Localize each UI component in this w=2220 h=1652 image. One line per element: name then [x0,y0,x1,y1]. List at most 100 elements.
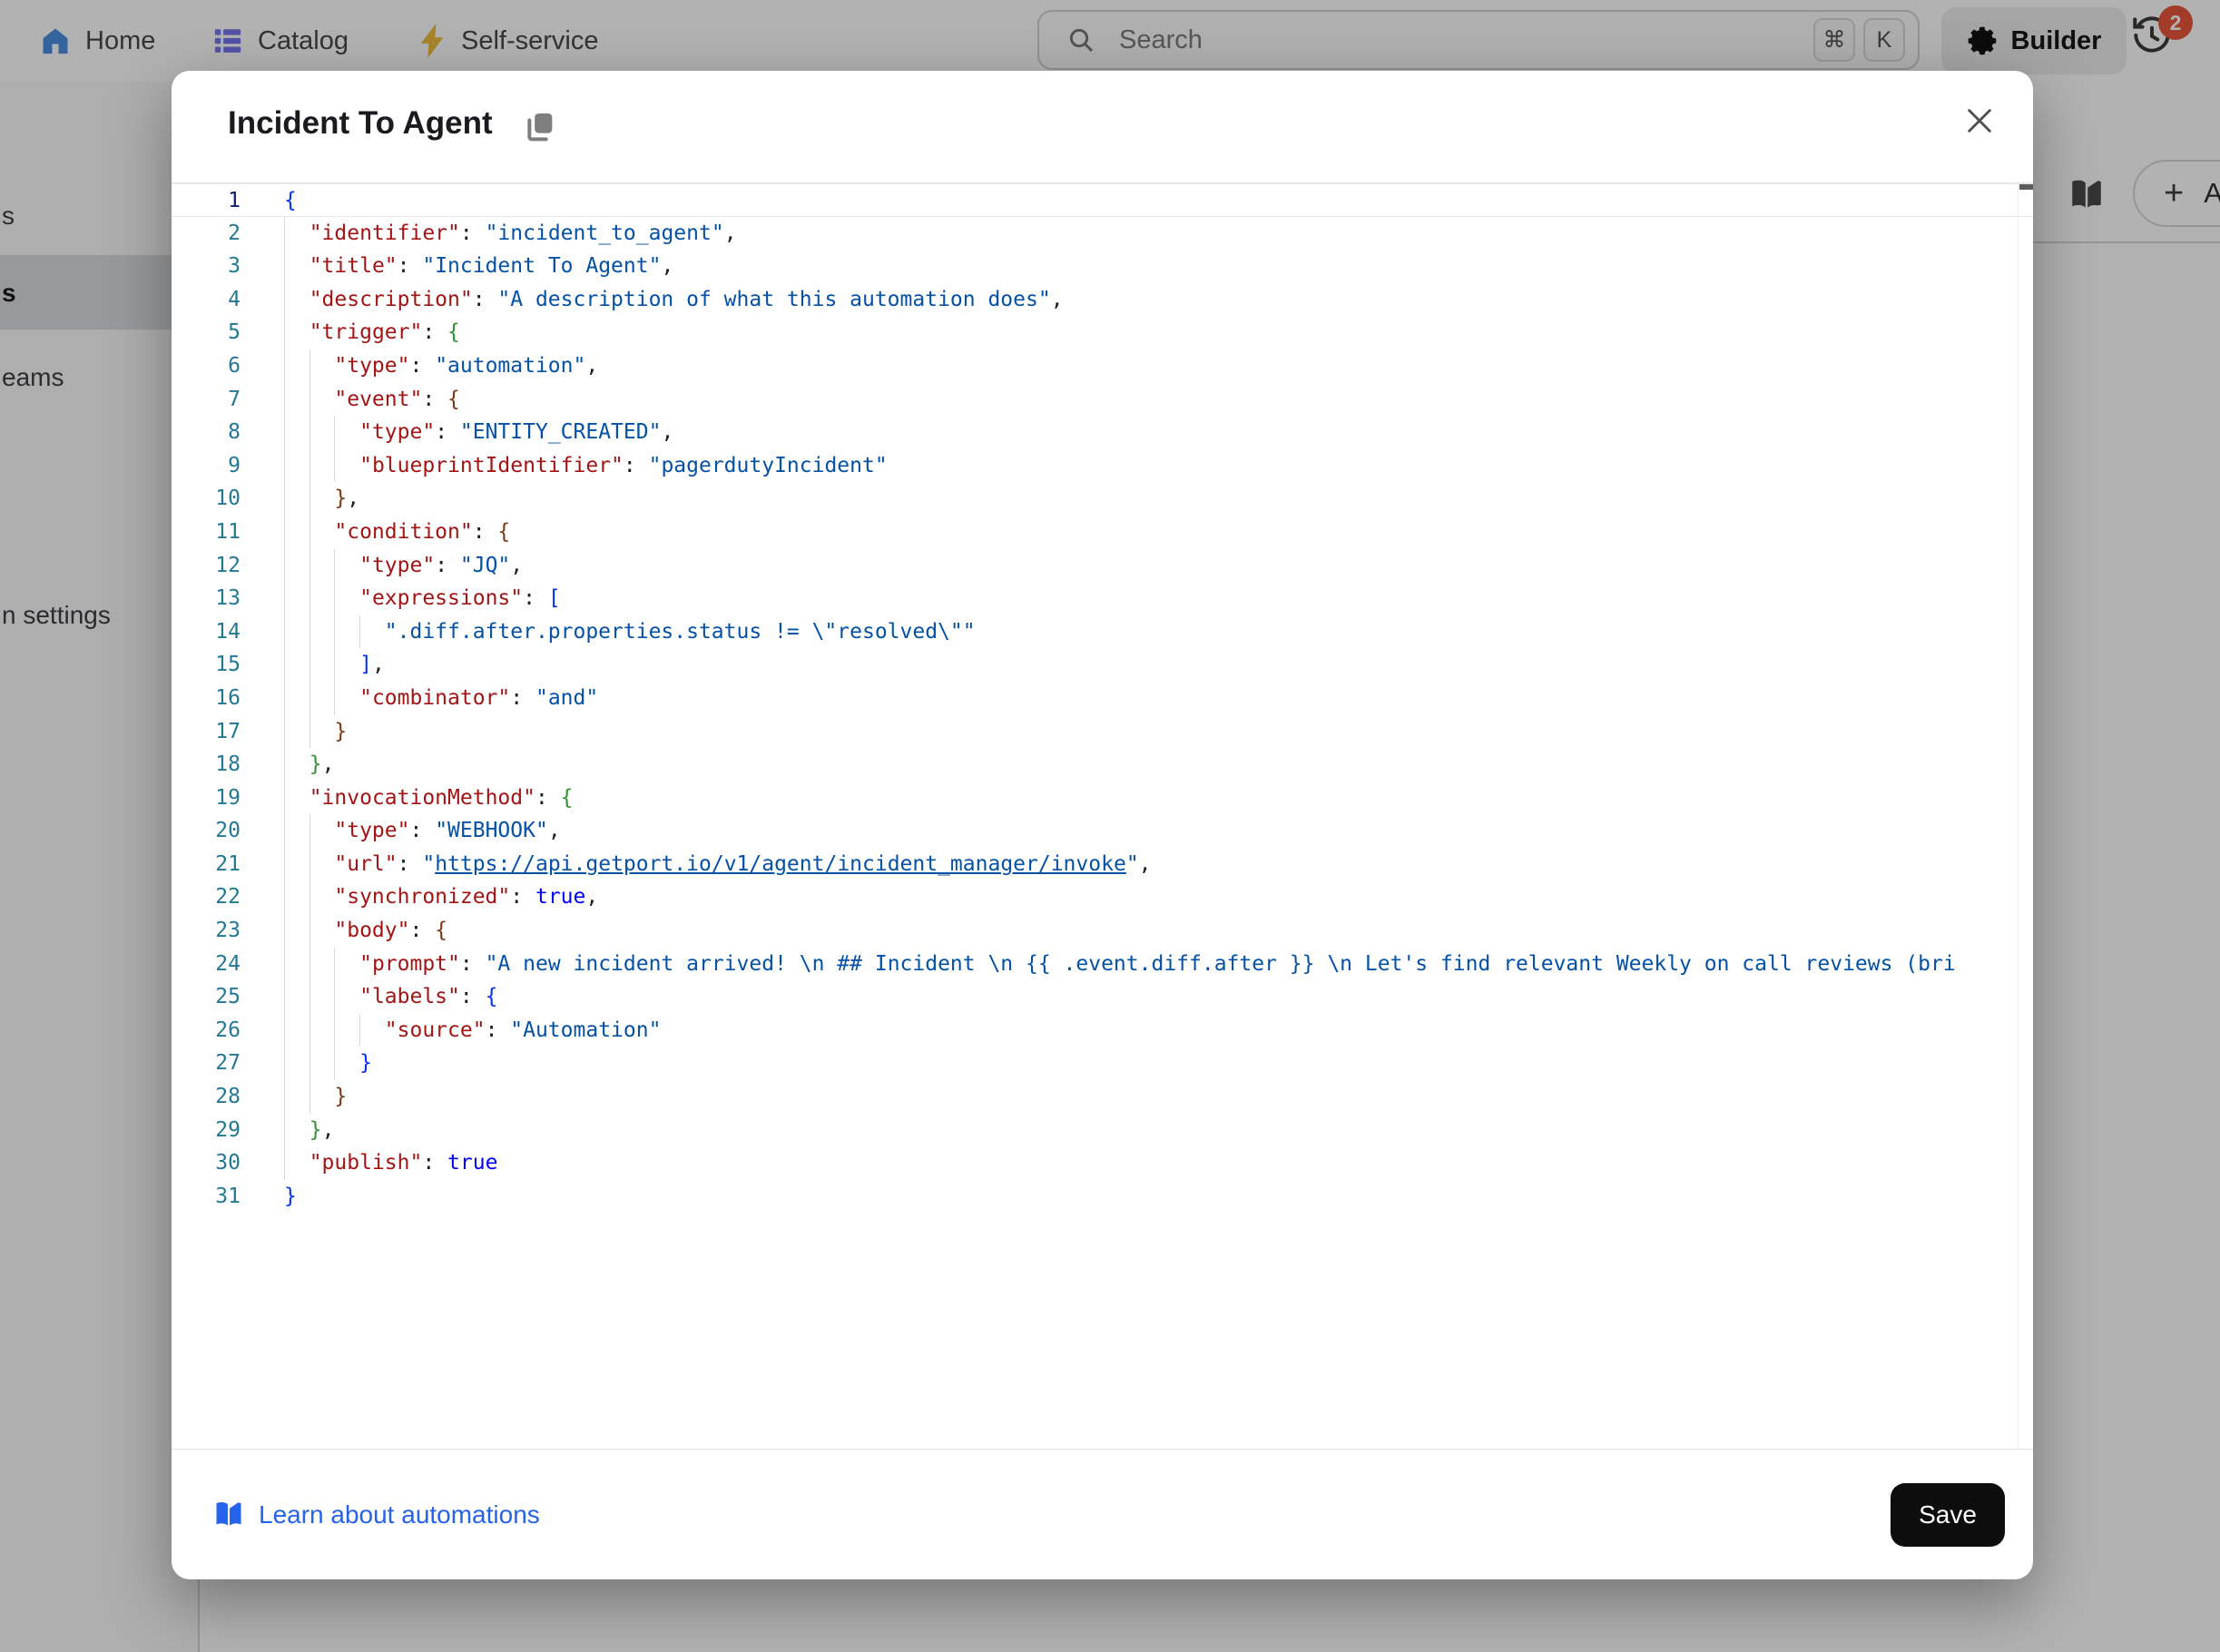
code-token: "source" [385,1018,486,1042]
code-line[interactable]: 27 } [172,1047,2033,1080]
code-line[interactable]: 1{ [172,183,2033,217]
indent-guide [334,1014,335,1047]
save-button[interactable]: Save [1891,1483,2005,1547]
code-token: "publish" [309,1151,423,1175]
line-number: 24 [172,948,284,981]
code-line[interactable]: 20 "type": "WEBHOOK", [172,814,2033,848]
code-token: , [510,554,523,577]
code-line[interactable]: 24 "prompt": "A new incident arrived! \n… [172,948,2033,981]
indent-guide [309,914,310,948]
line-number: 5 [172,316,284,349]
automation-json-modal: Incident To Agent 1{2 "identifier": "inc… [172,71,2033,1579]
indent-guide [309,848,310,881]
book-icon [212,1500,245,1530]
indent-guide [334,449,335,483]
code-token: : [473,520,498,544]
line-number: 31 [172,1180,284,1214]
code-line[interactable]: 9 "blueprintIdentifier": "pagerdutyIncid… [172,449,2033,483]
code-line[interactable]: 22 "synchronized": true, [172,880,2033,914]
code-token: : [435,554,460,577]
indent-guide [284,615,285,649]
indent-guide [334,682,335,715]
code-token: "identifier" [309,221,460,245]
code-line[interactable]: 21 "url": "https://api.getport.io/v1/age… [172,848,2033,881]
indent-guide [359,1014,360,1047]
code-line[interactable]: 19 "invocationMethod": { [172,782,2033,815]
code-token: "url" [334,852,397,876]
line-number: 22 [172,880,284,914]
indent-guide [284,814,285,848]
line-number: 6 [172,349,284,383]
code-line-content: "identifier": "incident_to_agent", [284,217,2033,251]
code-line[interactable]: 3 "title": "Incident To Agent", [172,250,2033,283]
code-token: , [661,420,673,444]
code-line[interactable]: 26 "source": "Automation" [172,1014,2033,1047]
code-token: , [661,254,673,278]
indent-guide [309,349,310,383]
code-line[interactable]: 10 }, [172,482,2033,516]
code-line[interactable]: 4 "description": "A description of what … [172,283,2033,317]
code-line[interactable]: 5 "trigger": { [172,316,2033,349]
code-line[interactable]: 29 }, [172,1114,2033,1147]
code-line[interactable]: 25 "labels": { [172,980,2033,1014]
code-token: "type" [334,354,409,378]
code-url-link[interactable]: https://api.getport.io/v1/agent/incident… [435,852,1126,876]
code-line[interactable]: 12 "type": "JQ", [172,549,2033,583]
code-token: "type" [359,420,435,444]
code-token: , [322,1118,335,1142]
code-line[interactable]: 23 "body": { [172,914,2033,948]
code-line-content: "url": "https://api.getport.io/v1/agent/… [284,848,2033,881]
code-line-content: "type": "JQ", [284,549,2033,583]
code-token: } [334,720,347,743]
code-token: , [724,221,737,245]
code-line[interactable]: 18 }, [172,748,2033,782]
code-token: : [510,885,535,909]
code-token: "event" [334,388,422,411]
code-token: : [460,952,486,976]
copy-icon[interactable] [522,109,558,145]
code-line[interactable]: 28 } [172,1080,2033,1114]
indent-guide [309,682,310,715]
code-line[interactable]: 2 "identifier": "incident_to_agent", [172,217,2033,251]
code-line[interactable]: 11 "condition": { [172,516,2033,549]
indent-guide [284,1047,285,1080]
indent-guide [284,582,285,615]
indent-guide [284,549,285,583]
code-line-content: } [284,1080,2033,1114]
indent-guide [309,516,310,549]
code-line[interactable]: 15 ], [172,648,2033,682]
indent-guide [334,948,335,981]
indent-guide [284,250,285,283]
code-line[interactable]: 16 "combinator": "and" [172,682,2033,715]
code-line[interactable]: 13 "expressions": [ [172,582,2033,615]
learn-about-automations-link[interactable]: Learn about automations [212,1500,540,1530]
code-token: { [447,388,460,411]
code-line[interactable]: 6 "type": "automation", [172,349,2033,383]
code-line[interactable]: 30 "publish": true [172,1146,2033,1180]
code-token: [ [548,586,561,610]
code-token: : [409,354,435,378]
code-token: { [561,786,574,810]
indent-guide [284,880,285,914]
code-line-content: "event": { [284,383,2033,417]
code-line-content: "labels": { [284,980,2033,1014]
indent-guide [284,748,285,782]
code-line[interactable]: 8 "type": "ENTITY_CREATED", [172,416,2033,449]
code-token: , [585,354,598,378]
code-line[interactable]: 14 ".diff.after.properties.status != \"r… [172,615,2033,649]
close-icon[interactable] [1964,105,1995,136]
code-token: "combinator" [359,686,510,710]
code-line-content: "condition": { [284,516,2033,549]
code-token: "and" [535,686,598,710]
code-line[interactable]: 17 } [172,715,2033,749]
indent-guide [309,482,310,516]
json-code-editor[interactable]: 1{2 "identifier": "incident_to_agent",3 … [172,182,2033,1449]
indent-guide [309,880,310,914]
indent-guide [284,217,285,251]
code-token: , [372,653,385,676]
code-line[interactable]: 31} [172,1180,2033,1214]
line-number: 15 [172,648,284,682]
code-line[interactable]: 7 "event": { [172,383,2033,417]
code-token: true [447,1151,497,1175]
code-token: "body" [334,919,409,942]
